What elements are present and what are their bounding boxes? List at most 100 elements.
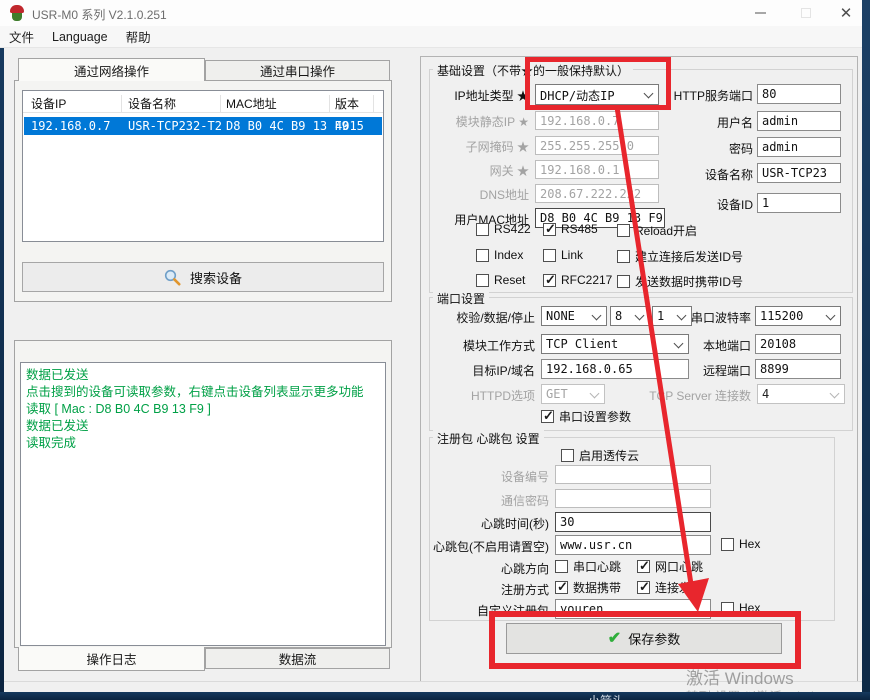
- data-bits-select[interactable]: 8: [610, 306, 650, 326]
- httpd-label: HTTPD选项: [423, 387, 535, 404]
- custom-register-label: 自定义注册包: [423, 602, 549, 619]
- close-button[interactable]: ✕: [826, 0, 866, 26]
- device-id-label: 设备ID: [659, 196, 753, 213]
- http-port-label: HTTP服务端口: [659, 87, 753, 104]
- password-input[interactable]: admin: [757, 137, 841, 157]
- subnet-mask-label: 子网掩码 ★: [425, 138, 529, 155]
- tcp-server-conn-label: TCP Server 连接数: [621, 387, 751, 404]
- heartbeat-time-label: 心跳时间(秒): [423, 515, 549, 532]
- subnet-mask-input[interactable]: 255.255.255.0: [535, 136, 659, 155]
- username-label: 用户名: [659, 114, 753, 131]
- http-port-input[interactable]: 80: [757, 84, 841, 104]
- search-device-label: 搜索设备: [190, 268, 242, 287]
- checkbox-serial-heartbeat[interactable]: 串口心跳: [555, 558, 621, 575]
- checkbox-send-id-with-data[interactable]: 发送数据时携带ID号: [617, 273, 743, 290]
- settings-panel: 基础设置（不带★的一般保持默认） IP地址类型 ★ DHCP/动态IP HTTP…: [420, 56, 858, 684]
- checkbox-link[interactable]: Link: [543, 248, 583, 262]
- comm-password-label: 通信密码: [423, 492, 549, 509]
- device-name-input[interactable]: USR-TCP23: [757, 163, 841, 183]
- chevron-down-icon: [830, 389, 840, 399]
- save-params-button[interactable]: ✔ 保存参数: [506, 623, 782, 654]
- checkbox-data-carry[interactable]: 数据携带: [555, 579, 621, 596]
- checkbox-index[interactable]: Index: [476, 248, 523, 262]
- username-input[interactable]: admin: [757, 111, 841, 131]
- menu-file[interactable]: 文件: [0, 27, 43, 46]
- log-line: 数据已发送: [26, 418, 380, 435]
- register-heartbeat-title: 注册包 心跳包 设置: [433, 430, 544, 447]
- minimize-button[interactable]: [740, 0, 780, 26]
- parity-label: 校验/数据/停止: [423, 309, 535, 326]
- tab-data-stream[interactable]: 数据流: [205, 648, 390, 669]
- window-title: USR-M0 系列 V2.1.0.251: [32, 6, 167, 23]
- operation-log[interactable]: 数据已发送 点击搜到的设备可读取参数，右键点击设备列表显示更多功能 读取 [ M…: [20, 362, 386, 646]
- device-name-label: 设备名称: [659, 166, 753, 183]
- device-row-selected[interactable]: 192.168.0.7 USR-TCP232-T2 D8 B0 4C B9 13…: [24, 117, 382, 135]
- comm-password-input[interactable]: [555, 489, 711, 508]
- password-label: 密码: [659, 140, 753, 157]
- chevron-down-icon: [635, 311, 645, 321]
- gateway-label: 网关 ★: [425, 162, 529, 179]
- checkbox-enable-cloud[interactable]: 启用透传云: [561, 447, 639, 464]
- checkbox-reset[interactable]: Reset: [476, 273, 525, 287]
- heartbeat-time-input[interactable]: 30: [555, 512, 711, 532]
- baud-label: 串口波特率: [661, 309, 751, 326]
- baud-select[interactable]: 115200: [755, 306, 841, 326]
- checkbox-send-on-connect[interactable]: 连接发送: [637, 579, 703, 596]
- parity-select[interactable]: NONE: [541, 306, 607, 326]
- tab-operate-via-lan[interactable]: 通过网络操作: [18, 58, 205, 81]
- httpd-select[interactable]: GET: [541, 384, 605, 404]
- desktop-edge-left: [0, 48, 4, 692]
- checkbox-rs422[interactable]: RS422: [476, 222, 531, 236]
- col-mac: MAC地址: [226, 95, 277, 112]
- device-list-header: 设备IP 设备名称 MAC地址 版本: [23, 91, 383, 113]
- checkbox-rfc2217[interactable]: RFC2217: [543, 273, 612, 287]
- checkbox-send-id-on-connect[interactable]: 建立连接后发送ID号: [617, 248, 743, 265]
- maximize-button[interactable]: [786, 0, 826, 26]
- title-bar: USR-M0 系列 V2.1.0.251 ✕: [0, 0, 870, 26]
- register-mode-label: 注册方式: [423, 581, 549, 598]
- port-settings-title: 端口设置: [433, 290, 489, 307]
- checkbox-reload[interactable]: Reload开启: [617, 222, 697, 239]
- menu-help[interactable]: 帮助: [117, 27, 160, 46]
- log-line: 数据已发送: [26, 367, 380, 384]
- log-line: 点击搜到的设备可读取参数，右键点击设备列表显示更多功能: [26, 384, 380, 401]
- ip-type-label: IP地址类型 ★: [425, 87, 529, 104]
- menu-bar: 文件 Language 帮助: [0, 26, 870, 48]
- chevron-down-icon: [590, 389, 600, 399]
- dns-label: DNS地址: [425, 186, 529, 203]
- desktop-edge-right: [862, 0, 870, 700]
- tcp-server-conn-select[interactable]: 4: [757, 384, 845, 404]
- tab-operate-via-com[interactable]: 通过串口操作: [205, 60, 390, 81]
- search-device-button[interactable]: 搜索设备: [22, 262, 384, 292]
- checkbox-rs485[interactable]: RS485: [543, 222, 598, 236]
- heartbeat-packet-input[interactable]: www.usr.cn: [555, 535, 711, 555]
- checkbox-custom-register-hex[interactable]: Hex: [721, 601, 760, 615]
- checkbox-heartbeat-hex[interactable]: Hex: [721, 537, 760, 551]
- app-window: USR-M0 系列 V2.1.0.251 ✕ 文件 Language 帮助 通过…: [0, 0, 870, 700]
- device-number-input[interactable]: [555, 465, 711, 484]
- local-port-input[interactable]: 20108: [755, 334, 841, 354]
- device-id-input[interactable]: 1: [757, 193, 841, 213]
- tab-operation-log[interactable]: 操作日志: [18, 647, 205, 671]
- remote-port-input[interactable]: 8899: [755, 359, 841, 379]
- log-line: 读取完成: [26, 435, 380, 452]
- workmode-label: 模块工作方式: [423, 337, 535, 354]
- chevron-down-icon: [826, 311, 836, 321]
- chevron-down-icon: [592, 311, 602, 321]
- col-version: 版本: [335, 95, 359, 112]
- cell-version: 4015: [335, 119, 364, 133]
- dns-input[interactable]: 208.67.222.222: [535, 184, 659, 203]
- remote-port-label: 远程端口: [661, 362, 751, 379]
- ip-type-select[interactable]: DHCP/动态IP: [535, 84, 659, 105]
- chevron-down-icon: [644, 89, 654, 99]
- heartbeat-packet-label: 心跳包(不启用请置空): [423, 538, 549, 555]
- gateway-input[interactable]: 192.168.0.1: [535, 160, 659, 179]
- col-device-ip: 设备IP: [31, 95, 66, 112]
- menu-language[interactable]: Language: [43, 30, 117, 44]
- checkbox-serial-set-params[interactable]: 串口设置参数: [541, 408, 631, 425]
- static-ip-input[interactable]: 192.168.0.7: [535, 111, 659, 130]
- checkbox-net-heartbeat[interactable]: 网口心跳: [637, 558, 703, 575]
- custom-register-input[interactable]: youren: [555, 599, 711, 619]
- search-icon: [164, 269, 181, 286]
- cell-device-ip: 192.168.0.7: [31, 119, 110, 133]
